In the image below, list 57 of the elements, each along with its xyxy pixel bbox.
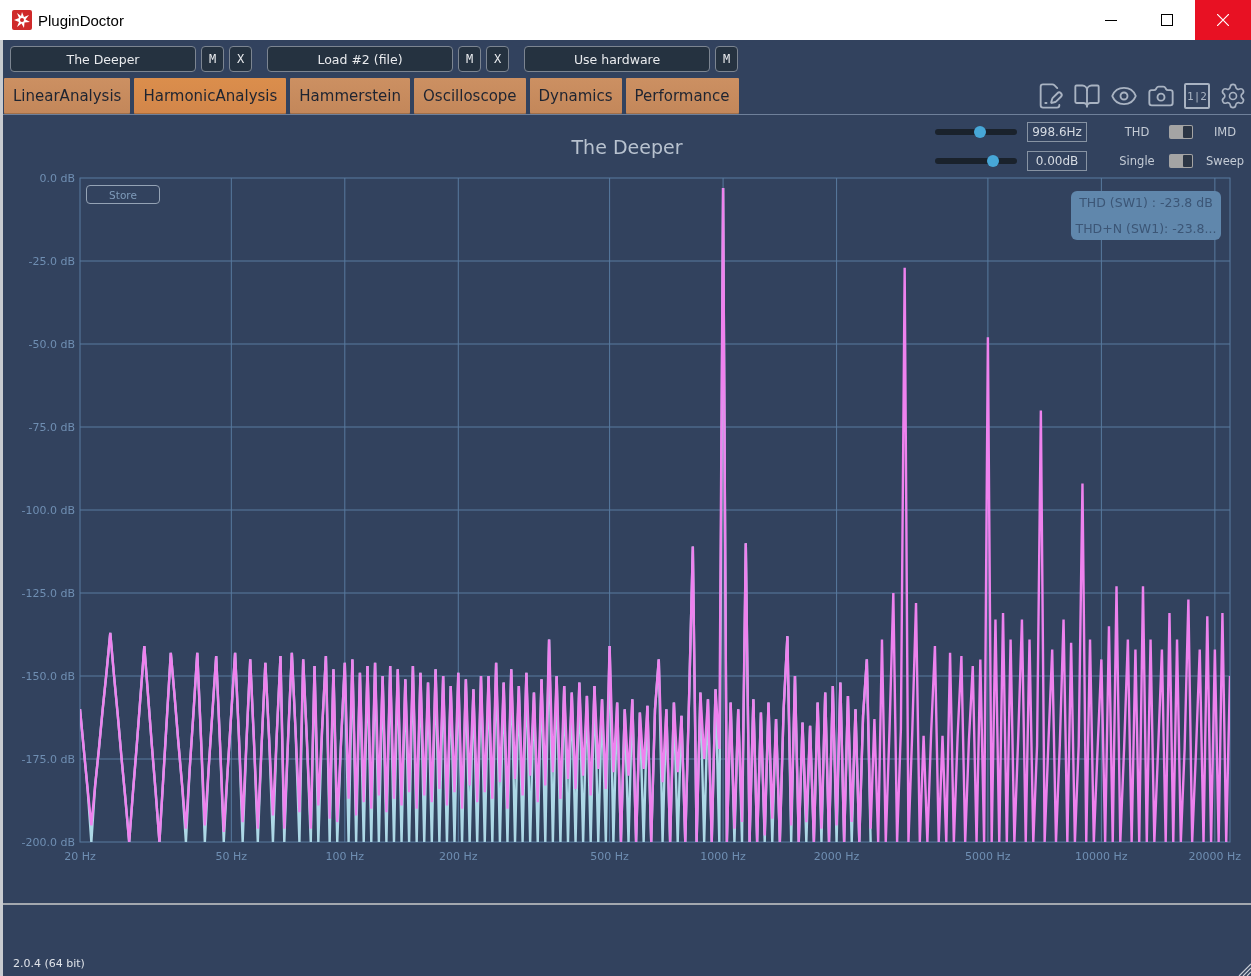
y-axis-label: -200.0 dB: [21, 835, 75, 849]
value-field[interactable]: 998.6Hz: [1027, 122, 1087, 142]
settings-icon[interactable]: [1219, 82, 1247, 110]
tab[interactable]: Dynamics: [529, 78, 622, 114]
y-axis-label: -150.0 dB: [21, 669, 75, 683]
slot-remove-button[interactable]: X: [486, 46, 509, 72]
switch-label: THD: [1123, 125, 1151, 139]
minimize-icon: [1105, 19, 1117, 21]
open-book-icon[interactable]: [1073, 82, 1101, 110]
y-axis-label: -75.0 dB: [28, 420, 75, 434]
y-axis-label: 0.0 dB: [39, 172, 75, 185]
tab[interactable]: Performance: [625, 78, 739, 114]
slot-remove-button[interactable]: X: [229, 46, 252, 72]
x-axis-label: 10000 Hz: [1075, 849, 1128, 863]
tab[interactable]: Hammerstein: [290, 78, 410, 114]
version-label: 2.0.4 (64 bit): [13, 957, 85, 970]
compare-button[interactable]: 1|2: [1184, 83, 1210, 109]
window-title: PluginDoctor: [38, 11, 124, 29]
y-axis-label: -25.0 dB: [28, 254, 75, 268]
plugin-slot-button[interactable]: Load #2 (file): [267, 46, 453, 72]
y-axis-label: -100.0 dB: [21, 503, 75, 517]
y-axis-label: -175.0 dB: [21, 752, 75, 766]
slider-thumb[interactable]: [974, 126, 987, 138]
close-icon: [1217, 14, 1229, 26]
x-axis-label: 100 Hz: [325, 849, 365, 863]
slot-option-button[interactable]: M: [201, 46, 224, 72]
x-axis-label: 200 Hz: [439, 849, 478, 863]
x-axis-label: 5000 Hz: [965, 849, 1011, 863]
gain-slider[interactable]: [935, 155, 1017, 167]
x-axis-label: 1000 Hz: [700, 849, 746, 863]
app-icon: [12, 10, 32, 30]
x-axis-label: 2000 Hz: [813, 849, 860, 863]
frequency-slider[interactable]: [935, 126, 1017, 138]
tab[interactable]: HarmonicAnalysis: [134, 78, 287, 114]
toggle-switch[interactable]: [1169, 154, 1193, 168]
x-axis-label: 20 Hz: [64, 849, 96, 863]
y-axis-label: -125.0 dB: [21, 586, 75, 600]
switch-label: Sweep: [1204, 154, 1246, 168]
slot-option-button[interactable]: M: [458, 46, 481, 72]
chart-title: The Deeper: [571, 136, 683, 158]
x-axis-label: 500 Hz: [590, 849, 629, 863]
x-axis-label: 50 Hz: [215, 849, 248, 863]
x-axis-label: 20000 Hz: [1188, 849, 1242, 863]
switch-label: Single: [1118, 154, 1156, 168]
y-axis-label: -50.0 dB: [28, 337, 75, 351]
maximize-icon: [1161, 14, 1173, 26]
switch-label: IMD: [1212, 125, 1238, 139]
plugin-slot-button[interactable]: Use hardware: [524, 46, 710, 72]
tab[interactable]: Oscilloscope: [414, 78, 526, 114]
plugin-slot-button[interactable]: The Deeper: [10, 46, 196, 72]
tab[interactable]: LinearAnalysis: [4, 78, 131, 114]
resize-grip-icon[interactable]: [1237, 962, 1251, 976]
store-button[interactable]: Store: [86, 185, 160, 204]
value-field[interactable]: 0.00dB: [1027, 151, 1087, 171]
toggle-switch[interactable]: [1169, 125, 1193, 139]
slider-thumb[interactable]: [986, 155, 999, 167]
slot-option-button[interactable]: M: [715, 46, 738, 72]
